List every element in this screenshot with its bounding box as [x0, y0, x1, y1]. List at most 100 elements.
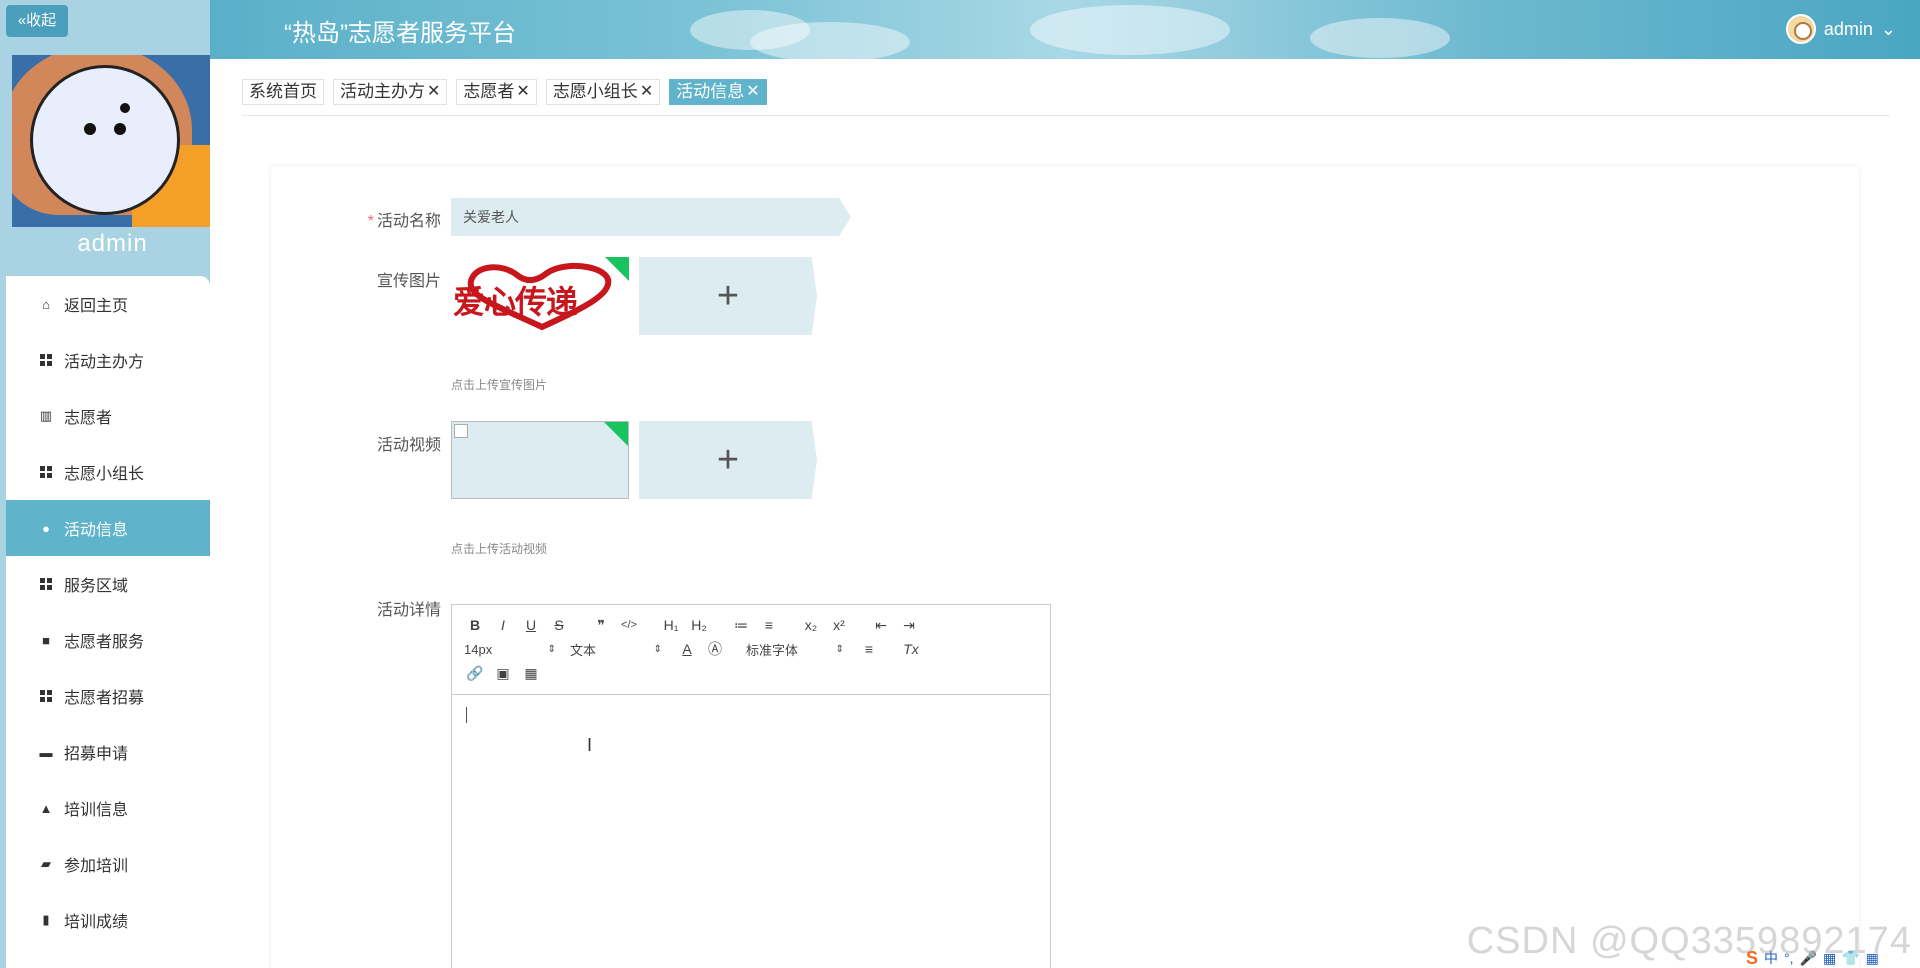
- sidebar: admin ⌂ 返回主页 活动主办方 ▥ 志愿者 志愿小组长 ● 活动信息 服务…: [0, 0, 210, 968]
- italic-button[interactable]: I: [492, 614, 514, 636]
- ime-punctuation-icon[interactable]: °,: [1784, 950, 1794, 966]
- sidebar-item-training-score[interactable]: ▮ 培训成绩: [6, 892, 210, 948]
- sidebar-item-label: 志愿者招募: [64, 690, 145, 707]
- sidebar-item-label: 志愿者: [64, 410, 113, 427]
- close-icon[interactable]: ✕: [427, 80, 440, 104]
- user-icon: ▲: [39, 800, 53, 816]
- user-name: admin: [1823, 18, 1873, 39]
- tab-group-leader[interactable]: 志愿小组长 ✕: [545, 79, 661, 105]
- sidebar-item-activity-info[interactable]: ● 活动信息: [6, 500, 210, 556]
- required-mark: *: [367, 213, 374, 230]
- home-icon: ⌂: [42, 296, 50, 312]
- sidebar-item-join-training[interactable]: ▰ 参加培训: [6, 836, 210, 892]
- editor-content-area[interactable]: I: [452, 695, 1050, 968]
- image-upload-hint: 点击上传宣传图片: [451, 378, 548, 392]
- close-icon[interactable]: ✕: [746, 80, 759, 104]
- check-badge-icon: [605, 257, 629, 281]
- video-upload-button[interactable]: +: [639, 421, 817, 499]
- bullet-list-button[interactable]: ≡: [758, 614, 780, 636]
- blockquote-button[interactable]: ❞: [590, 614, 612, 636]
- grid-icon: [38, 464, 54, 480]
- bold-button[interactable]: B: [464, 614, 486, 636]
- user-menu[interactable]: admin ⌄: [1785, 14, 1896, 44]
- subscript-button[interactable]: x₂: [800, 614, 822, 636]
- tab-home[interactable]: 系统首页: [242, 79, 324, 105]
- sidebar-item-group-leader[interactable]: 志愿小组长: [6, 444, 210, 500]
- heading1-button[interactable]: H₁: [660, 614, 682, 636]
- check-badge-icon: [604, 422, 628, 446]
- ordered-list-button[interactable]: ≔: [730, 614, 752, 636]
- text-type-select[interactable]: 文本 ⇕: [570, 638, 662, 660]
- pin-icon: ●: [42, 520, 50, 536]
- sidebar-item-recruitment[interactable]: 志愿者招募: [6, 668, 210, 724]
- sidebar-item-home[interactable]: ⌂ 返回主页: [6, 276, 210, 332]
- clipboard-icon: ▮: [42, 912, 50, 927]
- sidebar-item-label: 培训成绩: [64, 914, 129, 931]
- activity-detail-label: 活动详情: [376, 602, 441, 619]
- tab-label: 活动信息: [676, 82, 745, 101]
- sidebar-item-service-area[interactable]: 服务区域: [6, 556, 210, 612]
- sidebar-item-volunteer-service[interactable]: ■ 志愿者服务: [6, 612, 210, 668]
- profile-avatar-image: [12, 55, 210, 227]
- indent-button[interactable]: ⇥: [898, 614, 920, 636]
- activity-name-input[interactable]: 关爱老人: [451, 198, 851, 236]
- video-thumbnail[interactable]: [451, 421, 629, 499]
- font-size-select[interactable]: 14px ⇕: [464, 638, 556, 660]
- close-icon[interactable]: ✕: [516, 80, 529, 104]
- image-upload-button[interactable]: +: [639, 257, 817, 335]
- ime-skin-icon[interactable]: 👕: [1842, 950, 1859, 967]
- tab-organizer[interactable]: 活动主办方 ✕: [333, 79, 448, 105]
- code-block-button[interactable]: </>: [618, 614, 640, 636]
- heading2-button[interactable]: H₂: [688, 614, 710, 636]
- outdent-button[interactable]: ⇤: [870, 614, 892, 636]
- sidebar-item-label: 参加培训: [64, 858, 129, 875]
- select-caret-icon: ⇕: [547, 643, 556, 655]
- underline-button[interactable]: U: [520, 614, 542, 636]
- tabs-divider: [242, 115, 1890, 116]
- chevron-down-icon: ⌄: [1880, 18, 1896, 39]
- sidebar-item-organizer[interactable]: 活动主办方: [6, 332, 210, 388]
- broken-image-icon: [454, 424, 468, 438]
- ime-mic-icon[interactable]: 🎤: [1800, 950, 1817, 967]
- sidebar-item-label: 志愿小组长: [64, 466, 145, 483]
- close-icon[interactable]: ✕: [640, 80, 653, 104]
- plus-icon: +: [716, 274, 740, 317]
- sidebar-item-label: 志愿者服务: [64, 634, 145, 651]
- clear-format-button[interactable]: Tx: [900, 638, 922, 660]
- align-button[interactable]: ≡: [858, 638, 880, 660]
- editor-toolbar: B I U S ❞ </> H₁ H₂ ≔ ≡ x₂ x² ⇤ ⇥ 14px ⇕ …: [452, 605, 1050, 695]
- font-family-select[interactable]: 标准字体 ⇕: [746, 638, 844, 660]
- background-color-button[interactable]: Ⓐ: [704, 638, 726, 660]
- sidebar-item-label: 培训信息: [64, 802, 129, 819]
- ime-chinese-mode[interactable]: 中: [1764, 948, 1778, 968]
- tab-activity-info[interactable]: 活动信息 ✕: [669, 79, 767, 105]
- video-embed-icon[interactable]: ▦: [520, 662, 542, 684]
- plus-icon: +: [716, 438, 740, 481]
- tabs-bar: 系统首页 活动主办方 ✕ 志愿者 ✕ 志愿小组长 ✕ 活动信息 ✕: [242, 79, 767, 105]
- ime-keyboard-icon[interactable]: ▦: [1823, 950, 1836, 967]
- collapse-button[interactable]: «收起: [6, 5, 68, 37]
- promo-image-label: 宣传图片: [376, 273, 441, 290]
- image-icon[interactable]: ▣: [492, 662, 514, 684]
- font-color-button[interactable]: A: [676, 638, 698, 660]
- grid-icon: [38, 688, 54, 704]
- sidebar-item-label: 活动信息: [64, 522, 129, 539]
- rich-text-editor: B I U S ❞ </> H₁ H₂ ≔ ≡ x₂ x² ⇤ ⇥ 14px ⇕ …: [451, 604, 1051, 968]
- grid-icon: [38, 576, 54, 592]
- grid-icon: [38, 352, 54, 368]
- sidebar-menu: ⌂ 返回主页 活动主办方 ▥ 志愿者 志愿小组长 ● 活动信息 服务区域 ■ 志…: [6, 276, 210, 968]
- sogou-ime-icon: S: [1746, 947, 1759, 968]
- sidebar-item-volunteer[interactable]: ▥ 志愿者: [6, 388, 210, 444]
- tab-volunteer[interactable]: 志愿者 ✕: [456, 79, 537, 105]
- sidebar-item-training-info[interactable]: ▲ 培训信息: [6, 780, 210, 836]
- promo-image-thumbnail[interactable]: 爱心传递: [451, 257, 629, 335]
- activity-name-label: * 活动名称: [367, 213, 441, 230]
- ime-toolbar[interactable]: S 中 °, 🎤 ▦ 👕 ▦: [1740, 948, 1920, 968]
- sidebar-item-application[interactable]: ▬ 招募申请: [6, 724, 210, 780]
- ibeam-cursor-icon: I: [587, 735, 593, 755]
- superscript-button[interactable]: x²: [828, 614, 850, 636]
- sidebar-item-label: 活动主办方: [64, 354, 145, 371]
- ime-menu-icon[interactable]: ▦: [1866, 950, 1879, 967]
- link-icon[interactable]: 🔗: [464, 662, 486, 684]
- strike-button[interactable]: S: [548, 614, 570, 636]
